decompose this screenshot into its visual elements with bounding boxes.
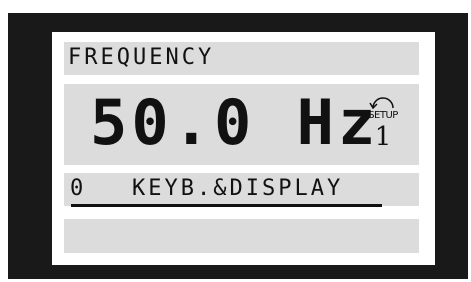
display-line-4 [64,219,419,253]
parameter-name: FREQUENCY [68,45,215,70]
menu-group-label: KEYB.&DISPLAY [132,176,344,201]
display-line-1: FREQUENCY [64,42,419,75]
lcp-display: FREQUENCY 50.0 Hz SETUP 1 0 KEYB.&DISPLA… [52,32,435,265]
display-line-3: 0 KEYB.&DISPLAY [64,173,419,207]
setup-label: SETUP [368,110,398,121]
setup-number: 1 [374,122,392,152]
frequency-reading: 50.0 Hz [90,86,380,159]
cursor-underline [71,204,382,207]
display-line-2: 50.0 Hz SETUP 1 [64,84,419,165]
setup-indicator: SETUP 1 [363,92,403,158]
circular-arrow-icon [369,97,394,110]
menu-index: 0 [70,176,84,201]
